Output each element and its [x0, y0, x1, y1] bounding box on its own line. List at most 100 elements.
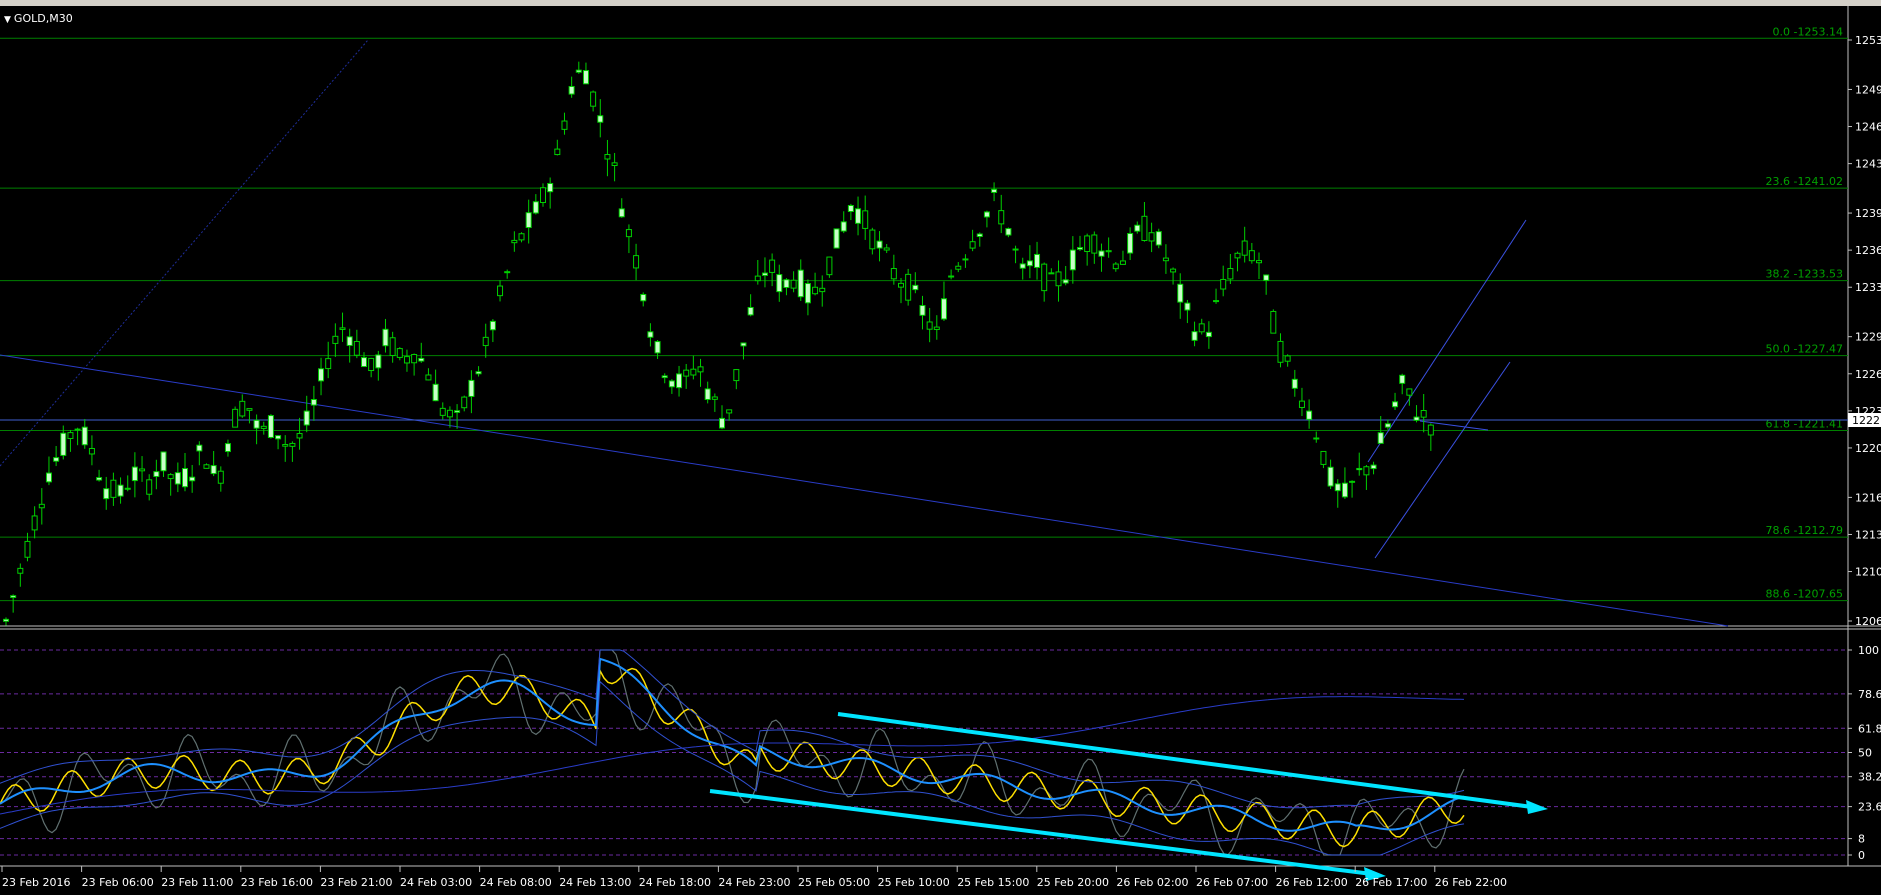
bull-candle[interactable] [547, 182, 554, 193]
bull-candle[interactable] [318, 368, 325, 382]
bear-candle[interactable] [790, 279, 797, 289]
bull-candle[interactable] [855, 208, 862, 224]
bear-candle[interactable] [1220, 278, 1227, 290]
bear-candle[interactable] [890, 268, 897, 280]
bear-candle[interactable] [446, 409, 453, 418]
bull-candle[interactable] [991, 188, 998, 193]
bear-candle[interactable] [1256, 260, 1262, 264]
bear-candle[interactable] [554, 148, 561, 156]
bear-candle[interactable] [1198, 323, 1205, 333]
bear-candle[interactable] [260, 425, 267, 429]
bear-candle[interactable] [124, 487, 131, 490]
bull-candle[interactable] [1127, 233, 1134, 254]
bear-candle[interactable] [403, 356, 410, 364]
bull-candle[interactable] [676, 373, 683, 389]
bear-candle[interactable] [461, 396, 468, 409]
bear-candle[interactable] [17, 567, 24, 574]
bull-candle[interactable] [81, 426, 88, 446]
bull-candle[interactable] [654, 341, 661, 354]
bull-candle[interactable] [1012, 248, 1019, 251]
bear-candle[interactable] [232, 408, 239, 428]
bear-candle[interactable] [733, 369, 740, 382]
bull-candle[interactable] [454, 410, 461, 413]
lower-arrow-line[interactable] [709, 789, 1373, 876]
bear-candle[interactable] [296, 433, 303, 439]
bear-candle[interactable] [697, 366, 704, 373]
bear-candle[interactable] [1119, 260, 1126, 265]
bull-candle[interactable] [962, 258, 969, 261]
bear-candle[interactable] [1427, 424, 1434, 436]
bear-candle[interactable] [67, 432, 74, 440]
bear-candle[interactable] [289, 442, 296, 447]
bull-candle[interactable] [267, 415, 274, 438]
bull-candle[interactable] [182, 468, 188, 488]
bear-candle[interactable] [389, 337, 396, 356]
bear-candle[interactable] [1420, 410, 1427, 418]
bear-candle[interactable] [1241, 240, 1248, 256]
bear-candle[interactable] [110, 479, 117, 498]
bull-candle[interactable] [1356, 467, 1363, 471]
bear-candle[interactable] [439, 407, 446, 416]
bull-candle[interactable] [1048, 272, 1055, 275]
bear-candle[interactable] [511, 239, 518, 244]
bull-candle[interactable] [747, 306, 754, 316]
bear-candle[interactable] [1363, 466, 1370, 476]
bear-candle[interactable] [883, 247, 890, 251]
bull-candle[interactable] [582, 70, 589, 85]
bull-candle[interactable] [1291, 378, 1298, 389]
bear-candle[interactable] [167, 474, 174, 480]
bull-candle[interactable] [475, 371, 482, 375]
bull-candle[interactable] [983, 211, 990, 218]
bear-candle[interactable] [898, 282, 904, 288]
bull-candle[interactable] [45, 472, 52, 483]
bear-candle[interactable] [604, 154, 611, 160]
bull-candle[interactable] [661, 375, 668, 379]
bear-candle[interactable] [1162, 257, 1169, 262]
bull-candle[interactable] [647, 331, 654, 338]
bull-candle[interactable] [940, 298, 947, 320]
bear-candle[interactable] [998, 210, 1005, 225]
bear-candle[interactable] [396, 348, 403, 358]
bear-candle[interactable] [1213, 300, 1220, 303]
bull-candle[interactable] [1413, 416, 1420, 421]
bull-candle[interactable] [382, 328, 389, 347]
bear-candle[interactable] [826, 256, 833, 276]
bull-candle[interactable] [1184, 302, 1191, 311]
bull-candle[interactable] [10, 595, 17, 598]
bear-candle[interactable] [1298, 400, 1305, 408]
bear-candle[interactable] [353, 340, 360, 356]
bull-candle[interactable] [1341, 482, 1348, 498]
bear-candle[interactable] [1227, 268, 1234, 280]
bear-candle[interactable] [611, 162, 618, 166]
bear-candle[interactable] [74, 428, 81, 431]
bear-candle[interactable] [769, 259, 776, 273]
bull-candle[interactable] [3, 618, 9, 622]
bear-candle[interactable] [754, 275, 761, 282]
bull-candle[interactable] [1069, 249, 1076, 271]
bear-candle[interactable] [368, 357, 375, 372]
bull-candle[interactable] [418, 357, 425, 362]
bear-candle[interactable] [726, 409, 733, 414]
bull-candle[interactable] [103, 488, 110, 500]
bull-candle[interactable] [568, 85, 575, 95]
bull-candle[interactable] [1392, 401, 1399, 408]
bull-candle[interactable] [303, 410, 310, 426]
bear-candle[interactable] [482, 336, 489, 347]
bull-candle[interactable] [575, 69, 582, 73]
bear-candle[interactable] [339, 327, 346, 330]
bull-candle[interactable] [117, 484, 124, 497]
bull-candle[interactable] [1026, 260, 1033, 267]
bull-candle[interactable] [618, 208, 625, 218]
bear-candle[interactable] [1284, 355, 1291, 362]
upper-arrow-head[interactable] [1526, 800, 1548, 814]
bull-candle[interactable] [275, 435, 282, 440]
bull-candle[interactable] [1399, 374, 1406, 384]
bear-candle[interactable] [1105, 250, 1112, 253]
bull-candle[interactable] [1377, 432, 1384, 444]
bear-candle[interactable] [1055, 271, 1062, 287]
bull-candle[interactable] [174, 472, 181, 485]
bull-candle[interactable] [196, 444, 203, 452]
bull-candle[interactable] [776, 274, 783, 293]
bear-candle[interactable] [869, 229, 876, 250]
bull-candle[interactable] [361, 357, 367, 368]
